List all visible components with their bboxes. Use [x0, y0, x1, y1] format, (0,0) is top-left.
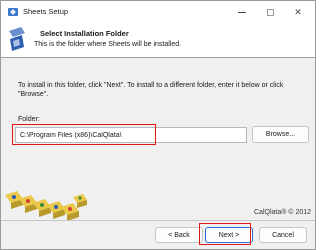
page-title: Select Installation Folder	[40, 29, 129, 38]
maximize-button[interactable]	[256, 3, 284, 21]
installer-icon	[9, 27, 25, 51]
browse-button[interactable]: Browse...	[252, 126, 309, 143]
back-button[interactable]: < Back	[155, 227, 203, 243]
installer-icon	[8, 8, 18, 16]
close-button[interactable]: ✕	[284, 3, 312, 21]
title-bar: Sheets Setup ✕	[1, 1, 315, 23]
minimize-icon	[238, 11, 246, 13]
maximize-icon	[266, 8, 274, 16]
letter-blocks-graphic	[5, 191, 87, 221]
cancel-button[interactable]: Cancel	[259, 227, 307, 243]
instructions-text: To install in this folder, click "Next".…	[18, 82, 284, 98]
copyright-text: CalQlata® © 2012	[254, 209, 312, 216]
wizard-header: Select Installation Folder This is the f…	[1, 23, 315, 58]
page-subtitle: This is the folder where Sheets will be …	[34, 41, 182, 48]
window-title: Sheets Setup	[23, 7, 69, 16]
footer-divider	[1, 220, 315, 221]
minimize-button[interactable]	[228, 3, 256, 21]
next-highlight-box	[199, 223, 251, 245]
close-icon: ✕	[294, 6, 302, 17]
folder-label: Folder:	[18, 116, 40, 123]
setup-window: Sheets Setup ✕ Select Installation Folde…	[0, 0, 316, 250]
folder-highlight-box	[12, 124, 156, 145]
